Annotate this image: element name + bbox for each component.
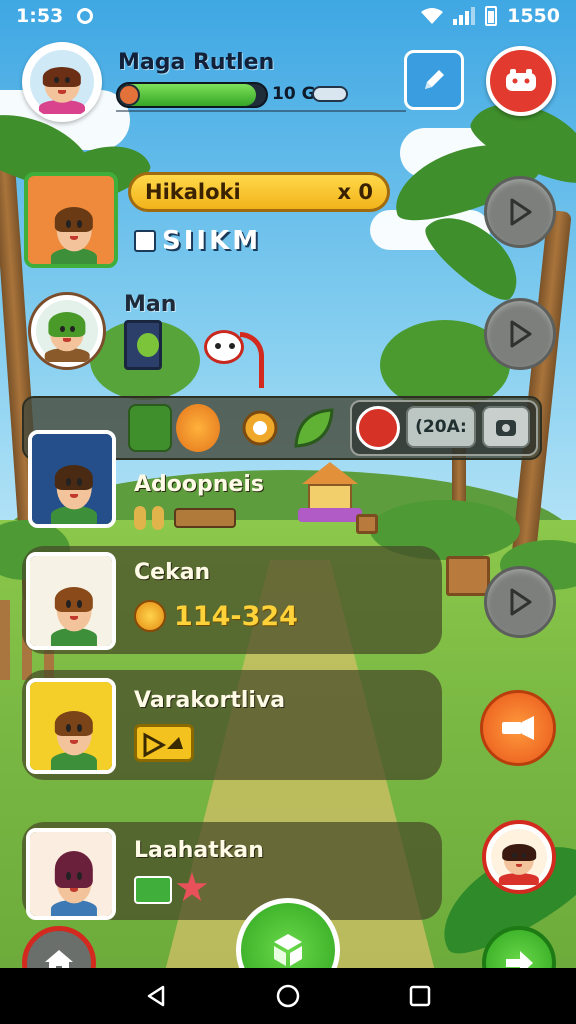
horn-icon (502, 716, 534, 740)
row3-resource-icons (134, 506, 238, 530)
play-icon (510, 198, 532, 226)
pencil-icon (425, 70, 444, 89)
play-icon (510, 320, 532, 348)
nav-back-button[interactable] (136, 976, 176, 1016)
leaf-icon (294, 408, 334, 448)
row6-character-card[interactable] (26, 828, 116, 920)
row4-title: Cekan (134, 560, 211, 585)
nav-recents-button[interactable] (400, 976, 440, 1016)
friend-avatar[interactable] (482, 820, 556, 894)
xp-mini-bar (312, 86, 348, 102)
status-bar: 1:53 1550 (0, 0, 576, 32)
coin-icon (134, 600, 166, 632)
tool-slot-cat[interactable] (176, 404, 220, 452)
megaphone-icon (143, 732, 183, 758)
status-time: 1:53 (16, 5, 64, 27)
row1-character-card[interactable] (24, 172, 118, 268)
status-right-text: 1550 (507, 5, 560, 27)
gold-value: 114-324 (174, 600, 298, 632)
back-icon (147, 985, 165, 1007)
cube-icon (274, 934, 302, 966)
hut (298, 462, 362, 526)
phone-item-icon (124, 320, 162, 370)
row2-title: Man (124, 292, 177, 317)
row1-play-button[interactable] (484, 176, 556, 248)
player-name: Maga Rutlen (118, 50, 275, 75)
tool-chip[interactable]: (20A: (406, 406, 476, 448)
row2-avatar[interactable] (28, 292, 106, 370)
row1-pill-label: Hikaloki (145, 180, 241, 204)
row3-title: Adoopneis (134, 472, 264, 497)
tool-slot-gear[interactable] (238, 404, 282, 452)
row6-title: Laahatkan (134, 838, 264, 863)
row1-resource-pill[interactable]: Hikaloki x 0 (128, 172, 390, 212)
sync-icon (77, 8, 94, 24)
tool-slot-hero[interactable] (128, 404, 172, 452)
game-menu-button[interactable] (486, 46, 556, 116)
tool-slot-leaf[interactable] (292, 404, 336, 452)
row5-character-card[interactable] (26, 678, 116, 774)
header-divider (116, 110, 406, 112)
battery-icon (485, 6, 498, 26)
wifi-icon (421, 8, 444, 24)
alarm-icon (496, 420, 516, 436)
red-creature-sprite (204, 330, 244, 364)
system-nav-bar (0, 968, 576, 1024)
signal-icon (453, 7, 476, 25)
play-icon (510, 588, 532, 616)
row4-character-card[interactable] (26, 552, 116, 650)
row3-character-card[interactable] (28, 430, 116, 528)
card-icon (134, 230, 156, 252)
wooden-crate (356, 514, 378, 534)
game-controller-icon (506, 69, 536, 91)
row5-title: Varakortliva (134, 688, 286, 713)
xp-orb-icon (118, 84, 140, 106)
wooden-crate (446, 556, 490, 596)
row5-action-button[interactable] (480, 690, 556, 766)
alarm-button[interactable] (482, 406, 530, 448)
edit-button[interactable] (404, 50, 464, 110)
row6-badge (134, 876, 172, 904)
row2-play-button[interactable] (484, 298, 556, 370)
gear-icon (242, 410, 278, 446)
status-right: 1550 (421, 5, 560, 27)
circle-home-icon (276, 984, 300, 1008)
square-recents-icon (409, 985, 431, 1007)
player-avatar[interactable] (22, 42, 102, 122)
row5-badge[interactable] (134, 724, 194, 762)
nav-home-button[interactable] (268, 976, 308, 1016)
record-button[interactable] (356, 406, 400, 450)
row1-code: SIIKM (162, 226, 262, 256)
gold-amount: 114-324 (134, 600, 298, 632)
row1-pill-count: x 0 (337, 180, 373, 204)
row4-play-button[interactable] (484, 566, 556, 638)
